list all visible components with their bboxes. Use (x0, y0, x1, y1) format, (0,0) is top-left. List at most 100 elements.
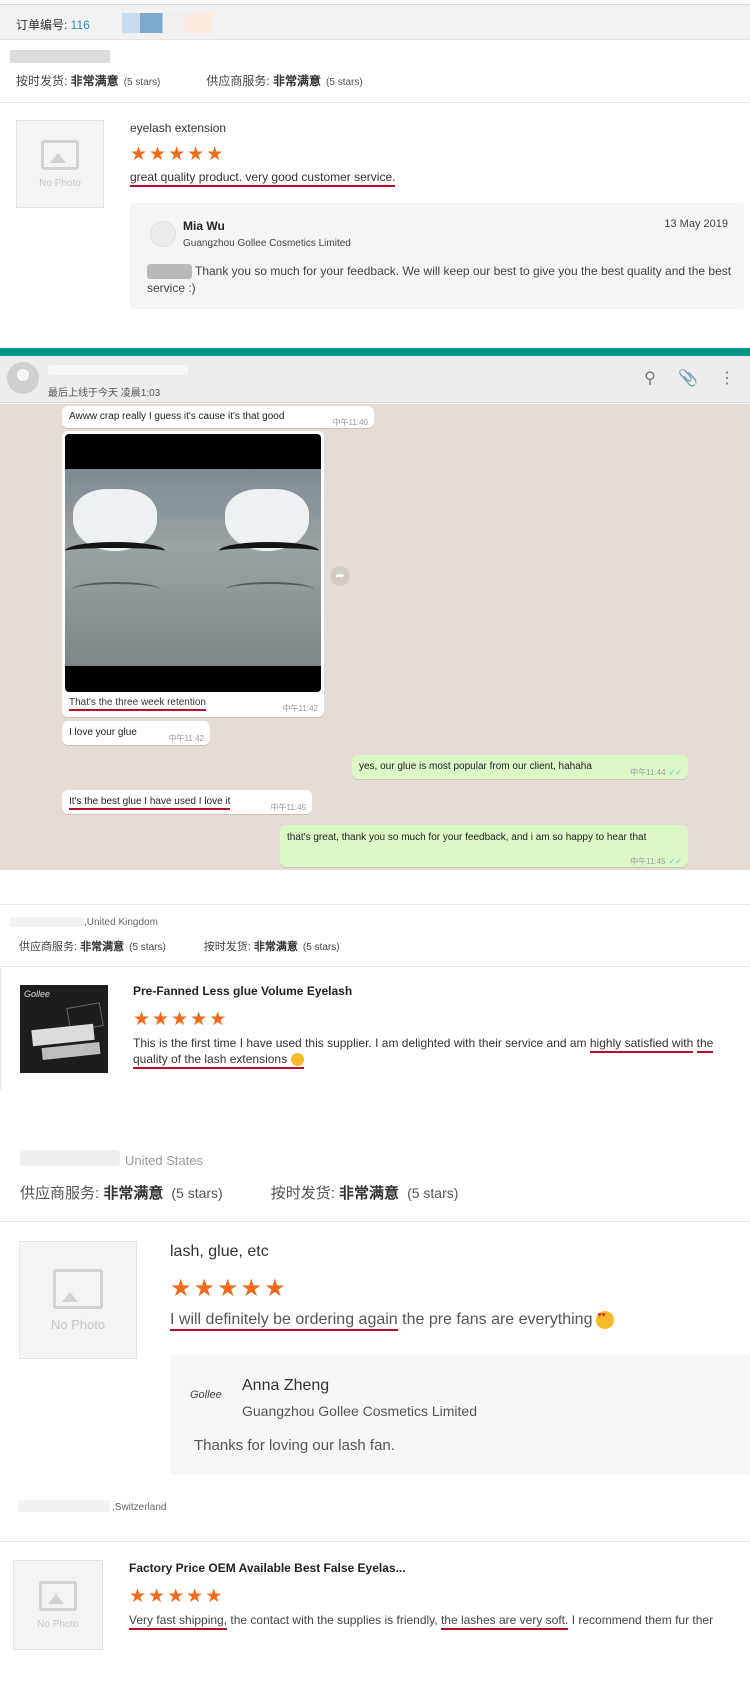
reply-author: Mia Wu (183, 219, 225, 233)
no-photo-label: No Photo (50, 1316, 106, 1332)
star-icon: ★ (171, 1009, 189, 1030)
reviewer-name-redacted (10, 50, 110, 63)
seller-reply: Gollee Anna Zheng Guangzhou Gollee Cosme… (170, 1355, 750, 1475)
star-icon: ★ (240, 1275, 263, 1302)
reviewer-name-redacted (20, 1150, 120, 1166)
seller-ratings: 按时发货: 非常满意 (5 stars) 供应商服务: 非常满意 (5 stars) (16, 72, 363, 89)
menu-icon[interactable]: ⋮ (717, 369, 737, 389)
divider (0, 966, 750, 967)
star-icon: ★ (149, 144, 167, 165)
reply-message: Thank you so much for your feedback. We … (147, 264, 732, 295)
divider (0, 1541, 750, 1542)
service-rating: 供应商服务: 非常满意 (5 stars) (20, 1185, 223, 1202)
review-text: great quality product. very good custome… (130, 170, 396, 187)
product-no-photo: No Photo (16, 120, 104, 208)
read-receipt-icon: ✓✓ (668, 768, 682, 777)
review-collage: 订单编号: 116 按时发货: 非常满意 (5 stars) 供应商服务: 非常满… (0, 0, 750, 1699)
lash-photo[interactable] (65, 434, 321, 692)
star-icon: ★ (206, 144, 224, 165)
redaction (147, 264, 192, 280)
star-icon: ★ (209, 1009, 227, 1030)
smile-emoji-icon (291, 1053, 305, 1067)
chat-header: 最后上线于今天 凌晨1:03 ⚲ 📎 ⋮ (0, 356, 750, 403)
star-icon: ★ (130, 144, 148, 165)
service-rating: 供应商服务: 非常满意 (5 stars) (206, 74, 363, 88)
reply-message: Thanks for loving our lash fan. (194, 1437, 395, 1454)
review-text: I will definitely be ordering again the … (170, 1311, 615, 1332)
star-icon: ★ (152, 1009, 170, 1030)
order-number: 订单编号: 116 (16, 18, 90, 32)
divider (0, 1221, 750, 1222)
chat-top-bar (0, 348, 750, 356)
star-icon: ★ (190, 1009, 208, 1030)
star-rating: ★ ★ ★ ★ ★ (133, 1010, 226, 1029)
image-placeholder-icon (53, 1268, 103, 1309)
attach-icon[interactable]: 📎 (678, 369, 698, 389)
reply-author: Anna Zheng (242, 1377, 330, 1394)
seller-ratings: 供应商服务: 非常满意 (5 stars) 按时发货: 非常满意 (5 stars) (19, 938, 340, 954)
service-rating: 供应商服务: 非常满意 (5 stars) (19, 941, 166, 953)
no-photo-label: No Photo (37, 1618, 79, 1630)
star-rating: ★ ★ ★ ★ ★ (130, 145, 223, 164)
search-icon[interactable]: ⚲ (640, 369, 660, 389)
star-icon: ★ (187, 144, 205, 165)
star-icon: ★ (205, 1586, 223, 1607)
star-icon: ★ (129, 1586, 147, 1607)
message-outgoing: that's great, thank you so much for your… (280, 825, 688, 867)
product-title[interactable]: eyelash extension (130, 121, 226, 135)
product-image[interactable]: Gollee (20, 985, 108, 1073)
product-no-photo: No Photo (13, 1560, 103, 1650)
star-rating: ★ ★ ★ ★ ★ (129, 1587, 222, 1606)
star-rating: ★ ★ ★ ★ ★ (170, 1277, 286, 1301)
brand-logo: Gollee (24, 989, 51, 999)
seller-ratings: 供应商服务: 非常满意 (5 stars) 按时发货: 非常满意 (5 stars) (20, 1182, 458, 1203)
seller-reply: Mia Wu Guangzhou Gollee Cosmetics Limite… (130, 203, 744, 309)
contact-avatar[interactable] (7, 362, 39, 394)
no-photo-label: No Photo (39, 177, 81, 189)
message-outgoing: yes, our glue is most popular from our c… (352, 755, 688, 779)
product-no-photo: No Photo (19, 1241, 137, 1359)
star-icon: ★ (170, 1275, 192, 1302)
contact-name-redacted (48, 365, 188, 375)
review-text: Very fast shipping, the contact with the… (129, 1612, 729, 1630)
reply-company: Guangzhou Gollee Cosmetics Limited (242, 1403, 478, 1419)
shipping-rating: 按时发货: 非常满意 (5 stars) (16, 74, 161, 88)
message-incoming: I love your glue 中午11:42 (62, 721, 210, 745)
avatar (150, 221, 176, 247)
shipping-rating: 按时发货: 非常满意 (5 stars) (270, 1185, 459, 1202)
star-icon: ★ (133, 1009, 151, 1030)
message-incoming: It's the best glue I have used I love it… (62, 790, 312, 814)
shipping-rating: 按时发货: 非常满意 (5 stars) (203, 941, 340, 953)
reviewer-location: United States (125, 1153, 204, 1168)
star-icon: ★ (168, 144, 186, 165)
star-icon: ★ (167, 1586, 185, 1607)
message-incoming: Awww crap really I guess it's cause it's… (62, 406, 374, 428)
divider (0, 102, 750, 103)
reviewer-location: ,Switzerland (112, 1502, 167, 1513)
product-title[interactable]: Factory Price OEM Available Best False E… (129, 1561, 406, 1575)
reviewer-location: ,United Kingdom (10, 917, 158, 928)
seller-logo: Gollee (190, 1389, 222, 1401)
divider (0, 968, 1, 1090)
star-icon: ★ (264, 1275, 286, 1302)
review-text: This is the first time I have used this … (133, 1035, 733, 1069)
last-seen: 最后上线于今天 凌晨1:03 (48, 388, 161, 399)
read-receipt-icon: ✓✓ (668, 857, 682, 866)
reply-company: Guangzhou Gollee Cosmetics Limited (183, 238, 351, 249)
reply-date: 13 May 2019 (664, 218, 728, 230)
star-icon: ★ (217, 1275, 239, 1302)
star-icon: ★ (186, 1586, 204, 1607)
divider (0, 904, 750, 905)
reviewer-name-redacted (18, 1500, 110, 1512)
image-placeholder-icon (39, 1580, 77, 1611)
order-header: 订单编号: 116 (0, 4, 750, 40)
order-number-redaction (122, 13, 212, 33)
product-title[interactable]: lash, glue, etc (170, 1243, 269, 1261)
star-icon: ★ (193, 1275, 216, 1302)
product-title[interactable]: Pre-Fanned Less glue Volume Eyelash (133, 984, 352, 998)
image-placeholder-icon (41, 139, 79, 170)
heart-eyes-emoji-icon (596, 1311, 615, 1329)
message-image: That's the three week retention 中午11:42 (62, 431, 324, 717)
forward-icon[interactable]: ➦ (330, 566, 350, 586)
star-icon: ★ (148, 1586, 166, 1607)
